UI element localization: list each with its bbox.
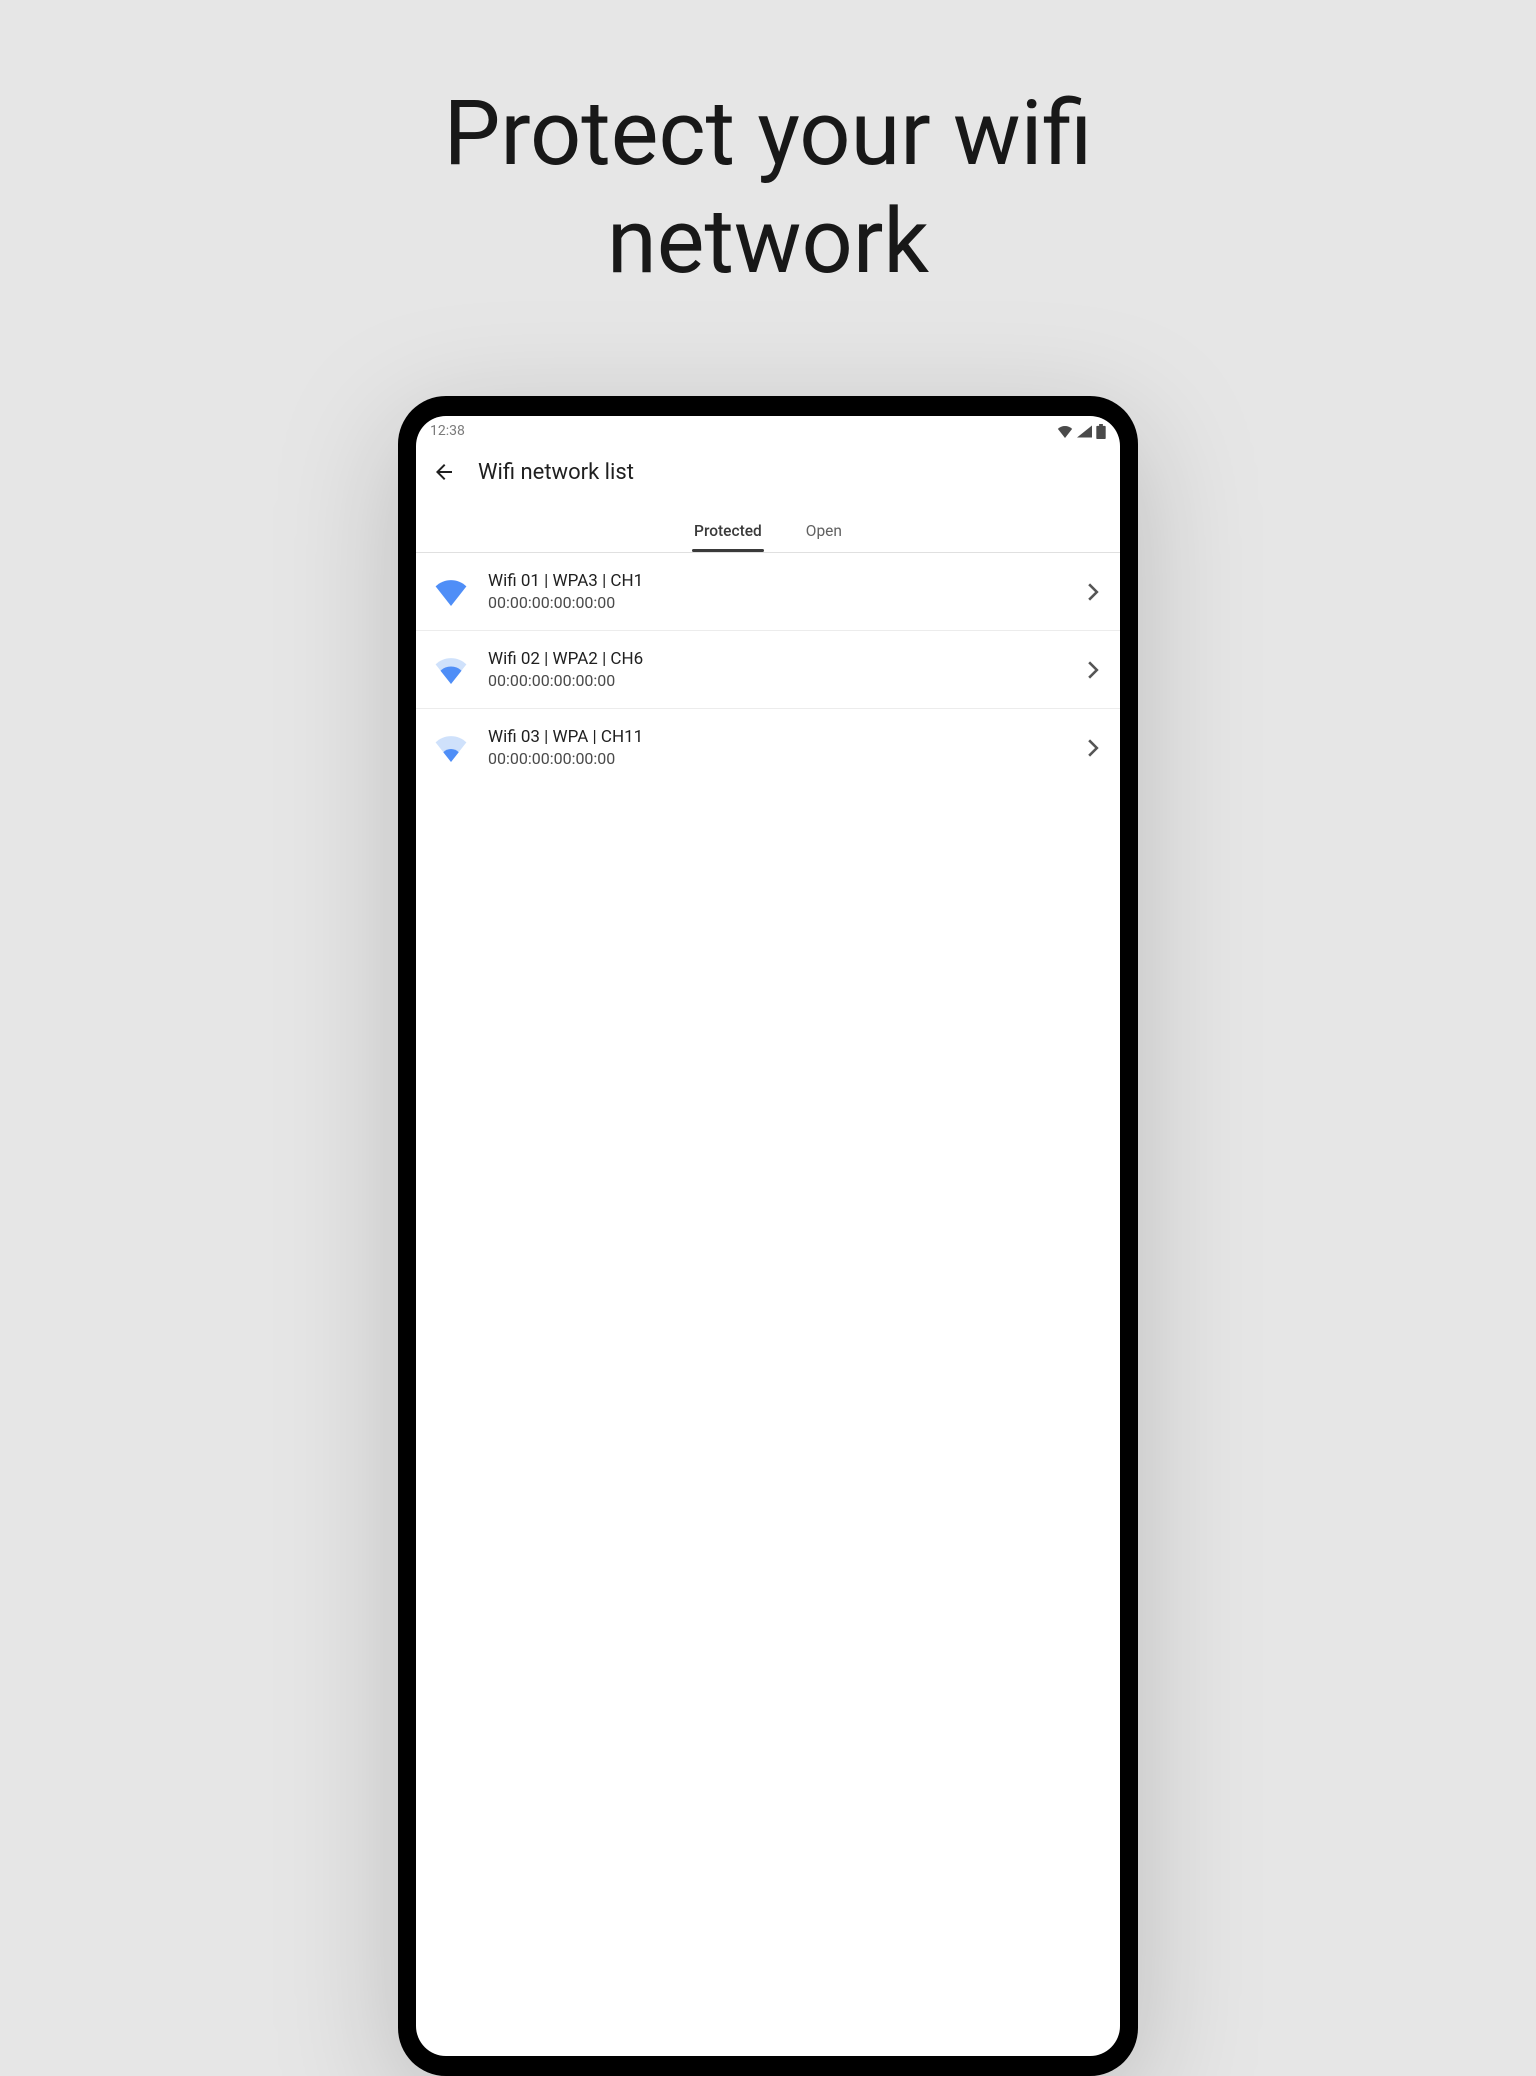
status-bar: 12:38 [416,416,1120,446]
wifi-icon [434,653,468,687]
network-title: Wifi 03 | WPA | CH11 [488,727,1064,747]
battery-icon [1096,424,1106,439]
tab-protected[interactable]: Protected [692,512,764,552]
page-headline: Protect your wifinetwork [444,80,1093,296]
back-button[interactable] [430,458,458,486]
wifi-icon [434,575,468,609]
wifi-status-icon [1057,425,1073,438]
network-item[interactable]: Wifi 03 | WPA | CH11 00:00:00:00:00:00 [416,709,1120,786]
network-list: Wifi 01 | WPA3 | CH1 00:00:00:00:00:00 [416,553,1120,2056]
screen-title: Wifi network list [478,460,634,485]
network-mac: 00:00:00:00:00:00 [488,749,1064,768]
device-frame: 12:38 Wifi network list Prot [398,396,1138,2076]
chevron-right-icon [1084,661,1102,679]
network-item[interactable]: Wifi 02 | WPA2 | CH6 00:00:00:00:00:00 [416,631,1120,709]
status-icons [1057,424,1106,439]
network-mac: 00:00:00:00:00:00 [488,593,1064,612]
network-title: Wifi 02 | WPA2 | CH6 [488,649,1064,669]
network-item[interactable]: Wifi 01 | WPA3 | CH1 00:00:00:00:00:00 [416,553,1120,631]
app-bar: Wifi network list [416,446,1120,498]
status-time: 12:38 [430,423,465,439]
tab-open[interactable]: Open [804,512,844,552]
network-mac: 00:00:00:00:00:00 [488,671,1064,690]
chevron-right-icon [1084,583,1102,601]
tab-bar: Protected Open [416,512,1120,553]
signal-icon [1077,425,1092,438]
wifi-icon [434,731,468,765]
arrow-left-icon [432,460,456,484]
network-title: Wifi 01 | WPA3 | CH1 [488,571,1064,591]
chevron-right-icon [1084,739,1102,757]
